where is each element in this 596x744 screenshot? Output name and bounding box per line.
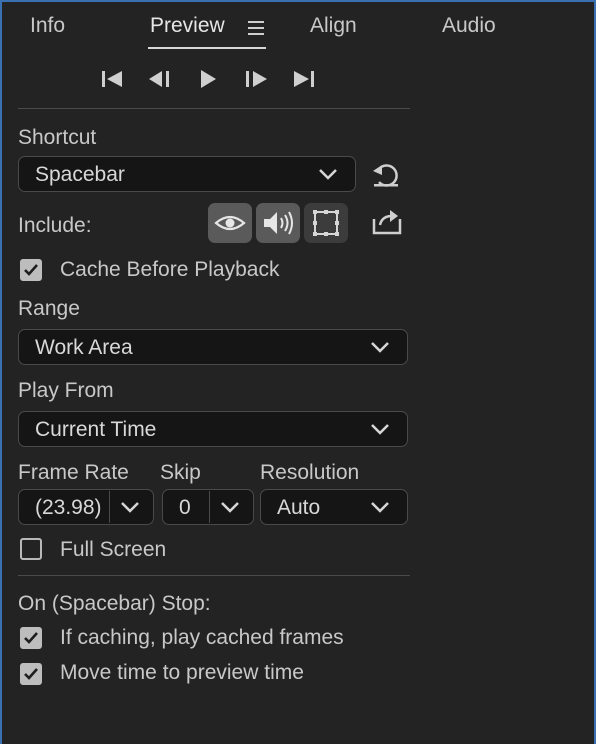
- range-dropdown[interactable]: Work Area: [18, 329, 408, 365]
- shortcut-value: Spacebar: [35, 163, 125, 186]
- check-icon: [24, 668, 38, 680]
- resolution-value: Auto: [277, 496, 321, 519]
- audio-icon: [264, 211, 293, 235]
- chevron-down-icon: [369, 499, 391, 515]
- tab-preview[interactable]: Preview: [150, 14, 225, 38]
- dropdown-divider: [209, 491, 210, 523]
- step-forward-button[interactable]: [242, 66, 270, 92]
- chevron-down-icon: [119, 499, 141, 515]
- export-icon: [372, 210, 402, 235]
- overlays-icon: [313, 210, 339, 236]
- play-button[interactable]: [194, 66, 222, 92]
- resolution-label: Resolution: [260, 461, 360, 484]
- resolution-dropdown[interactable]: Auto: [260, 489, 408, 525]
- play-from-label: Play From: [18, 379, 114, 402]
- range-label: Range: [18, 297, 80, 320]
- full-screen-checkbox[interactable]: [20, 538, 42, 560]
- cache-before-playback-checkbox[interactable]: [20, 259, 42, 281]
- tab-audio[interactable]: Audio: [442, 14, 496, 38]
- tab-info[interactable]: Info: [30, 14, 65, 38]
- step-back-icon: [149, 71, 169, 87]
- range-value: Work Area: [35, 336, 133, 359]
- include-label: Include:: [18, 214, 92, 237]
- skip-to-end-button[interactable]: [290, 66, 318, 92]
- include-overlays-toggle[interactable]: [304, 203, 348, 243]
- include-video-toggle[interactable]: [208, 203, 252, 243]
- step-forward-icon: [246, 71, 267, 87]
- cache-before-playback-label: Cache Before Playback: [60, 258, 280, 281]
- frame-rate-label: Frame Rate: [18, 461, 129, 484]
- tab-align[interactable]: Align: [310, 14, 357, 38]
- export-button[interactable]: [370, 207, 404, 237]
- move-time-label: Move time to preview time: [60, 661, 304, 684]
- check-icon: [24, 264, 38, 276]
- video-icon: [214, 215, 246, 231]
- dropdown-divider: [109, 491, 110, 523]
- on-stop-label: On (Spacebar) Stop:: [18, 592, 211, 615]
- section-divider: [18, 575, 410, 576]
- full-screen-label: Full Screen: [60, 538, 167, 561]
- play-from-dropdown[interactable]: Current Time: [18, 411, 408, 447]
- chevron-down-icon: [317, 166, 339, 182]
- skip-label: Skip: [160, 461, 201, 484]
- preview-panel: Info Preview Align Audio Shortcut Spaceb…: [0, 0, 596, 744]
- skip-to-start-button[interactable]: [98, 66, 126, 92]
- frame-rate-dropdown[interactable]: (23.98): [18, 489, 154, 525]
- step-back-button[interactable]: [146, 66, 174, 92]
- move-time-checkbox[interactable]: [20, 663, 42, 685]
- chevron-down-icon: [219, 499, 241, 515]
- skip-to-end-icon: [294, 71, 314, 87]
- play-cached-frames-label: If caching, play cached frames: [60, 626, 344, 649]
- shortcut-label: Shortcut: [18, 126, 97, 149]
- skip-dropdown[interactable]: 0: [162, 489, 254, 525]
- play-from-value: Current Time: [35, 418, 157, 441]
- panel-tab-bar: Info Preview Align Audio: [2, 2, 594, 52]
- play-icon: [201, 70, 216, 88]
- active-tab-underline: [148, 47, 266, 49]
- include-audio-toggle[interactable]: [256, 203, 300, 243]
- frame-rate-value: (23.98): [35, 496, 102, 519]
- skip-to-start-icon: [102, 71, 122, 87]
- menu-icon[interactable]: [248, 21, 264, 35]
- chevron-down-icon: [369, 339, 391, 355]
- skip-value: 0: [179, 496, 191, 519]
- shortcut-dropdown[interactable]: Spacebar: [18, 156, 356, 192]
- reset-icon: [373, 164, 398, 187]
- chevron-down-icon: [369, 421, 391, 437]
- check-icon: [24, 632, 38, 644]
- play-cached-frames-checkbox[interactable]: [20, 627, 42, 649]
- reset-shortcut-button[interactable]: [370, 160, 402, 190]
- section-divider: [18, 108, 410, 109]
